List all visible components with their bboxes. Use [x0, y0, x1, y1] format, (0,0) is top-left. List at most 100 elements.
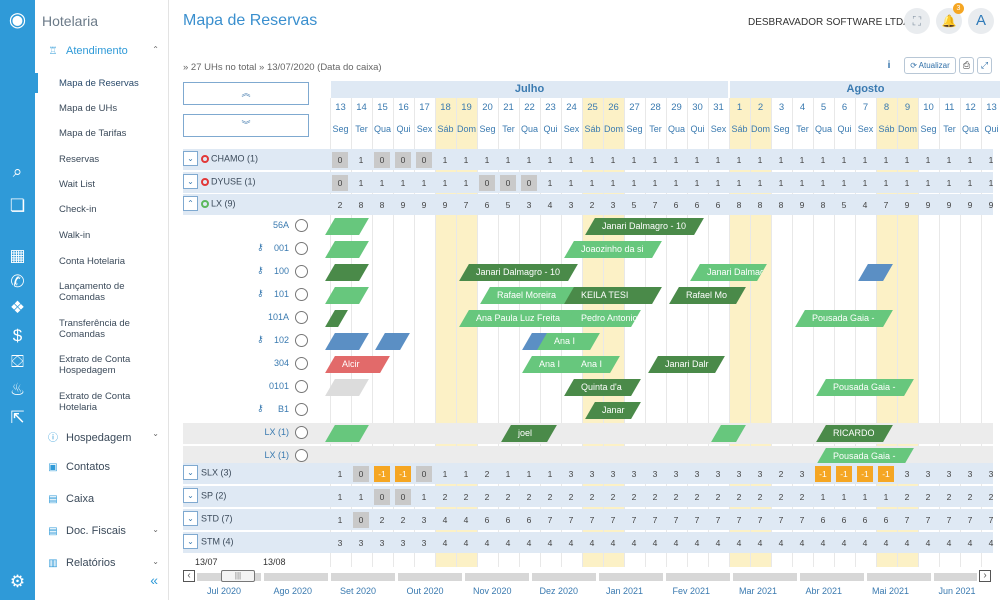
sidebar-item[interactable]: Wait List — [35, 179, 169, 190]
room-status-circle[interactable] — [295, 449, 308, 462]
scroll-up-button[interactable]: ︽ — [183, 82, 309, 105]
room-status-circle[interactable] — [295, 219, 308, 232]
fullscreen-icon[interactable]: ⛶ — [904, 8, 930, 34]
info-icon[interactable]: i — [882, 57, 896, 74]
reservation-bar[interactable]: Janari Dalmagro - 10 — [459, 264, 579, 281]
chef-hat-icon[interactable]: ♨ — [0, 380, 35, 400]
reservation-guest: Pousada Gaia - — [833, 382, 896, 392]
sidebar-section-hospedagem[interactable]: ⓘ Hospedagem ⌄ — [35, 429, 169, 444]
room-status-circle[interactable] — [295, 357, 308, 370]
availability-count: 3 — [400, 538, 406, 548]
expand-toggle-icon[interactable]: ⌄ — [183, 174, 198, 189]
room-status-circle[interactable] — [295, 242, 308, 255]
expand-toggle-icon[interactable]: ⌄ — [183, 534, 198, 549]
room-status-circle[interactable] — [295, 334, 308, 347]
basket-icon[interactable]: ⛋ — [0, 352, 35, 372]
chevron-down-icon[interactable]: ⌄ — [152, 525, 159, 534]
reservation-bar[interactable]: Alcir — [324, 356, 390, 373]
reservation-bar[interactable]: joel — [501, 425, 558, 442]
availability-count: 1 — [673, 155, 679, 165]
print-icon[interactable]: ⎙ — [959, 57, 974, 74]
day-number: 6 — [841, 102, 848, 113]
sidebar-item[interactable]: Reservas — [35, 154, 169, 165]
room-status-circle[interactable] — [295, 311, 308, 324]
sidebar-item[interactable]: Mapa de Reservas — [35, 73, 169, 93]
sidebar-section-contatos[interactable]: ▣ Contatos — [35, 461, 169, 473]
sidebar-section-atendimento[interactable]: ♖ Atendimento ⌃ — [35, 45, 169, 57]
sidebar-item[interactable]: Extrato de Conta Hospedagem — [35, 354, 169, 376]
availability-count: 1 — [379, 178, 385, 188]
availability-count: 7 — [652, 515, 658, 525]
sidebar-item[interactable]: Mapa de Tarifas — [35, 128, 169, 139]
money-bag-icon[interactable]: $ — [0, 326, 35, 346]
reservation-bar[interactable]: Pousada Gaia - — [816, 379, 915, 396]
reservation-bar[interactable]: RICARDO — [816, 425, 894, 442]
sidebar-section-relatrios[interactable]: ▥ Relatórios ⌄ — [35, 557, 169, 569]
expand-toggle-icon[interactable]: ⌄ — [183, 151, 198, 166]
room-status-circle[interactable] — [295, 403, 308, 416]
room-status-circle[interactable] — [295, 380, 308, 393]
company-selector[interactable]: DESBRAVADOR SOFTWARE LTDA ▾ — [748, 17, 917, 28]
room-status-circle[interactable] — [295, 265, 308, 278]
scroll-right-button[interactable]: › — [979, 570, 991, 582]
chevron-down-icon[interactable]: ⌄ — [152, 557, 159, 566]
sidebar-item[interactable]: Lançamento de Comandas — [35, 281, 169, 303]
reservation-bar[interactable]: KEILA TESI — [564, 287, 663, 304]
reservation-bar[interactable]: Pousada Gaia - — [795, 310, 894, 327]
room-status-circle[interactable] — [295, 288, 308, 301]
reservation-bar[interactable]: Rafael Moreira — [480, 287, 579, 304]
collapse-sidebar-icon[interactable]: « — [150, 572, 158, 588]
cubes-icon[interactable]: ❖ — [0, 298, 35, 318]
reservation-guest: Pedro Antonio S — [581, 313, 642, 323]
room-status-circle[interactable] — [295, 426, 308, 439]
availability-count: 7 — [946, 515, 952, 525]
reservation-bar[interactable]: Quinta d'a — [564, 379, 642, 396]
reservation-bar[interactable]: Joaozinho da si — [564, 241, 663, 258]
availability-count: 1 — [484, 155, 490, 165]
timeline-handle[interactable]: ||| — [221, 570, 255, 582]
bookmark-icon[interactable]: ❏ — [0, 196, 35, 216]
availability-count: 2 — [967, 492, 973, 502]
timeline-scroller[interactable]: 13/07 13/08 ‹ › ||| Jul 2020 Ago 2020 Set 2020 O… — [183, 557, 993, 600]
reservation-bar[interactable]: Janar — [585, 402, 642, 419]
collapse-toggle-icon[interactable]: ⌃ — [183, 196, 198, 211]
reservation-bar[interactable]: Ana Paula Luz Freita — [459, 310, 579, 327]
avatar[interactable]: A — [968, 8, 994, 34]
sidebar: Hotelaria « ♖ Atendimento ⌃ ⓘ Hospedagem ⌄ ▣ Co… — [35, 0, 169, 600]
timeline-month: Nov 2020 — [473, 586, 512, 596]
sidebar-item[interactable]: Check-in — [35, 204, 169, 215]
sidebar-item[interactable]: Conta Hotelaria — [35, 256, 169, 267]
sidebar-item[interactable]: Walk-in — [35, 230, 169, 241]
chevron-up-icon[interactable]: ⌃ — [152, 45, 159, 54]
expand-icon[interactable]: ⤢ — [977, 57, 992, 74]
expand-toggle-icon[interactable]: ⌄ — [183, 511, 198, 526]
sidebar-section-docfiscais[interactable]: ▤ Doc. Fiscais ⌄ — [35, 525, 169, 537]
refresh-button[interactable]: ⟳ Atualizar — [904, 57, 956, 74]
phone-icon[interactable]: ✆ — [0, 272, 35, 292]
search-icon[interactable]: ⌕ — [0, 162, 35, 182]
reservation-bar[interactable]: Ana I — [564, 356, 621, 373]
expand-toggle-icon[interactable]: ⌄ — [183, 488, 198, 503]
sidebar-item[interactable]: Transferência de Comandas — [35, 318, 169, 340]
reservation-bar[interactable]: Janari Dalr — [648, 356, 726, 373]
reservation-bar[interactable]: Rafael Mo — [669, 287, 747, 304]
reservation-bar[interactable]: Pedro Antonio S — [564, 310, 642, 327]
scroll-down-button[interactable]: ︾ — [183, 114, 309, 137]
exit-door-icon[interactable]: ⇱ — [0, 408, 35, 428]
sidebar-item[interactable]: Mapa de UHs — [35, 103, 169, 114]
group-label: ⌄ DYUSE (1) — [183, 174, 256, 189]
settings-icon[interactable]: ⚙ — [0, 572, 35, 592]
scroll-left-button[interactable]: ‹ — [183, 570, 195, 582]
reservation-bar[interactable]: Janari Dalmagn — [690, 264, 768, 281]
sidebar-section-caixa[interactable]: ▤ Caixa — [35, 493, 169, 505]
reservation-bar[interactable]: Janari Dalmagro - 10 — [585, 218, 705, 235]
expand-toggle-icon[interactable]: ⌄ — [183, 465, 198, 480]
breadcrumb: » 27 UHs no total » 13/07/2020 (Data do … — [183, 62, 382, 73]
availability-count: 1 — [841, 492, 847, 502]
key-icon: ⚷ — [257, 265, 264, 275]
reservation-bar[interactable]: Ana I — [536, 333, 600, 350]
building-icon[interactable]: ▦ — [0, 246, 35, 266]
sidebar-item[interactable]: Extrato de Conta Hotelaria — [35, 391, 169, 413]
availability-count: 3 — [736, 469, 742, 479]
chevron-down-icon[interactable]: ⌄ — [152, 429, 159, 438]
